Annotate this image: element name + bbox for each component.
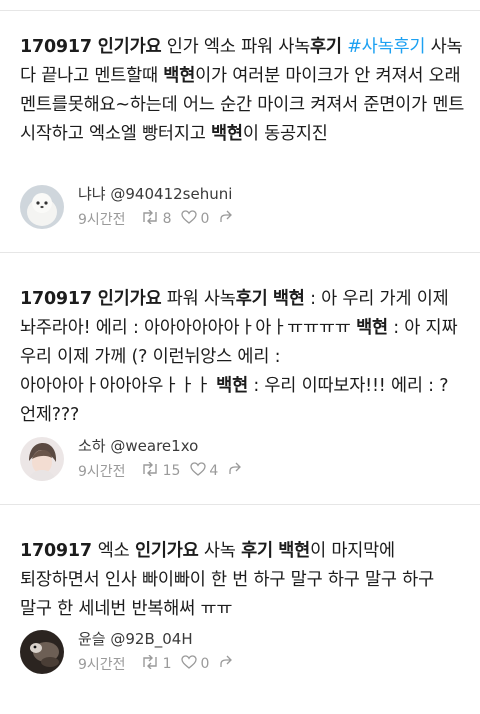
- retweet-icon: [140, 209, 163, 228]
- retweet-count: 15: [162, 463, 181, 479]
- tweet-meta: 9시간전 15 4: [78, 461, 255, 481]
- tweet-text-segment: 사녹: [198, 541, 242, 561]
- keyword-highlight: 170917: [20, 541, 98, 561]
- author-line[interactable]: 소하 @weare1xo: [78, 435, 198, 456]
- retweet-button[interactable]: 15: [140, 461, 181, 480]
- keyword-highlight: 백현: [163, 66, 196, 86]
- share-button[interactable]: [219, 210, 236, 228]
- keyword-highlight: 인기가요: [97, 289, 162, 309]
- author-line[interactable]: 냐냐 @940412sehuni: [78, 183, 232, 204]
- tweet-text: 170917 엑소 인기가요 사녹 후기 백현이 마지막에 퇴장하면서 인사 빠…: [20, 537, 466, 624]
- share-icon: [219, 210, 236, 228]
- like-count: 0: [200, 656, 210, 672]
- author-row: 소하 @weare1xo 9시간전 15 4: [20, 435, 460, 485]
- author-display-name: 윤슬: [78, 630, 106, 648]
- author-row: 윤슬 @92B_04H 9시간전 1 0: [20, 628, 460, 678]
- tweet-meta: 9시간전 8 0: [78, 209, 246, 229]
- keyword-highlight: 백현: [278, 541, 311, 561]
- keyword-highlight: 후기: [310, 37, 342, 57]
- tweet-text-segment: 파워 사녹: [161, 289, 236, 309]
- avatar[interactable]: [20, 437, 64, 481]
- tweet-text: 170917 인기가요 인가 엑소 파워 사녹후기 #사녹후기 사녹 다 끝나고…: [20, 33, 466, 149]
- keyword-highlight: 백현: [356, 318, 388, 338]
- keyword-highlight: 후기: [235, 289, 268, 309]
- author-display-name: 소하: [78, 437, 106, 455]
- keyword-highlight: 백현: [211, 124, 243, 144]
- like-count: 4: [209, 463, 219, 479]
- keyword-highlight: 170917: [20, 37, 98, 57]
- keyword-highlight: 백현: [272, 289, 305, 309]
- timestamp: 9시간전: [78, 464, 126, 480]
- tweet-feed: 170917 인기가요 인가 엑소 파워 사녹후기 #사녹후기 사녹 다 끝나고…: [0, 0, 480, 714]
- tweet-text-segment: 인가 엑소 파워 사녹: [161, 37, 311, 57]
- author-handle: @92B_04H: [110, 630, 193, 648]
- retweet-button[interactable]: 8: [140, 209, 172, 228]
- retweet-icon: [140, 461, 163, 480]
- tweet-meta: 9시간전 1 0: [78, 654, 246, 674]
- author-line[interactable]: 윤슬 @92B_04H: [78, 628, 193, 649]
- avatar[interactable]: [20, 630, 64, 674]
- author-handle: @weare1xo: [110, 437, 199, 455]
- share-icon: [219, 655, 236, 673]
- share-icon: [228, 462, 245, 480]
- author-row: 냐냐 @940412sehuni 9시간전 8 0: [20, 183, 460, 233]
- retweet-icon: [140, 654, 163, 673]
- retweet-count: 8: [162, 211, 172, 227]
- avatar[interactable]: [20, 185, 64, 229]
- keyword-highlight: 170917: [20, 289, 98, 309]
- author-display-name: 냐냐: [78, 185, 106, 203]
- share-button[interactable]: [228, 462, 245, 480]
- retweet-count: 1: [162, 656, 172, 672]
- heart-icon: [181, 210, 200, 228]
- like-count: 0: [200, 211, 210, 227]
- retweet-button[interactable]: 1: [140, 654, 172, 673]
- author-handle: @940412sehuni: [110, 185, 233, 203]
- like-button[interactable]: 0: [181, 210, 209, 228]
- divider: [0, 504, 480, 505]
- keyword-highlight: 인기가요: [97, 37, 162, 57]
- like-button[interactable]: 0: [181, 655, 209, 673]
- tweet-text-segment: 엑소: [97, 541, 135, 561]
- keyword-highlight: 인기가요: [134, 541, 199, 561]
- heart-icon: [181, 655, 200, 673]
- timestamp: 9시간전: [78, 657, 126, 673]
- tweet-text: 170917 인기가요 파워 사녹후기 백현 : 아 우리 가게 이제 놔주라아…: [20, 285, 466, 430]
- keyword-highlight: 후기: [241, 541, 273, 561]
- divider: [0, 252, 480, 253]
- like-button[interactable]: 4: [190, 462, 218, 480]
- tweet-text-segment: 이 동공지진: [242, 124, 328, 144]
- timestamp: 9시간전: [78, 212, 126, 228]
- share-button[interactable]: [219, 655, 236, 673]
- keyword-highlight: 백현: [216, 376, 248, 396]
- heart-icon: [190, 462, 209, 480]
- hashtag-link[interactable]: #사녹후기: [347, 37, 425, 57]
- divider: [0, 10, 480, 11]
